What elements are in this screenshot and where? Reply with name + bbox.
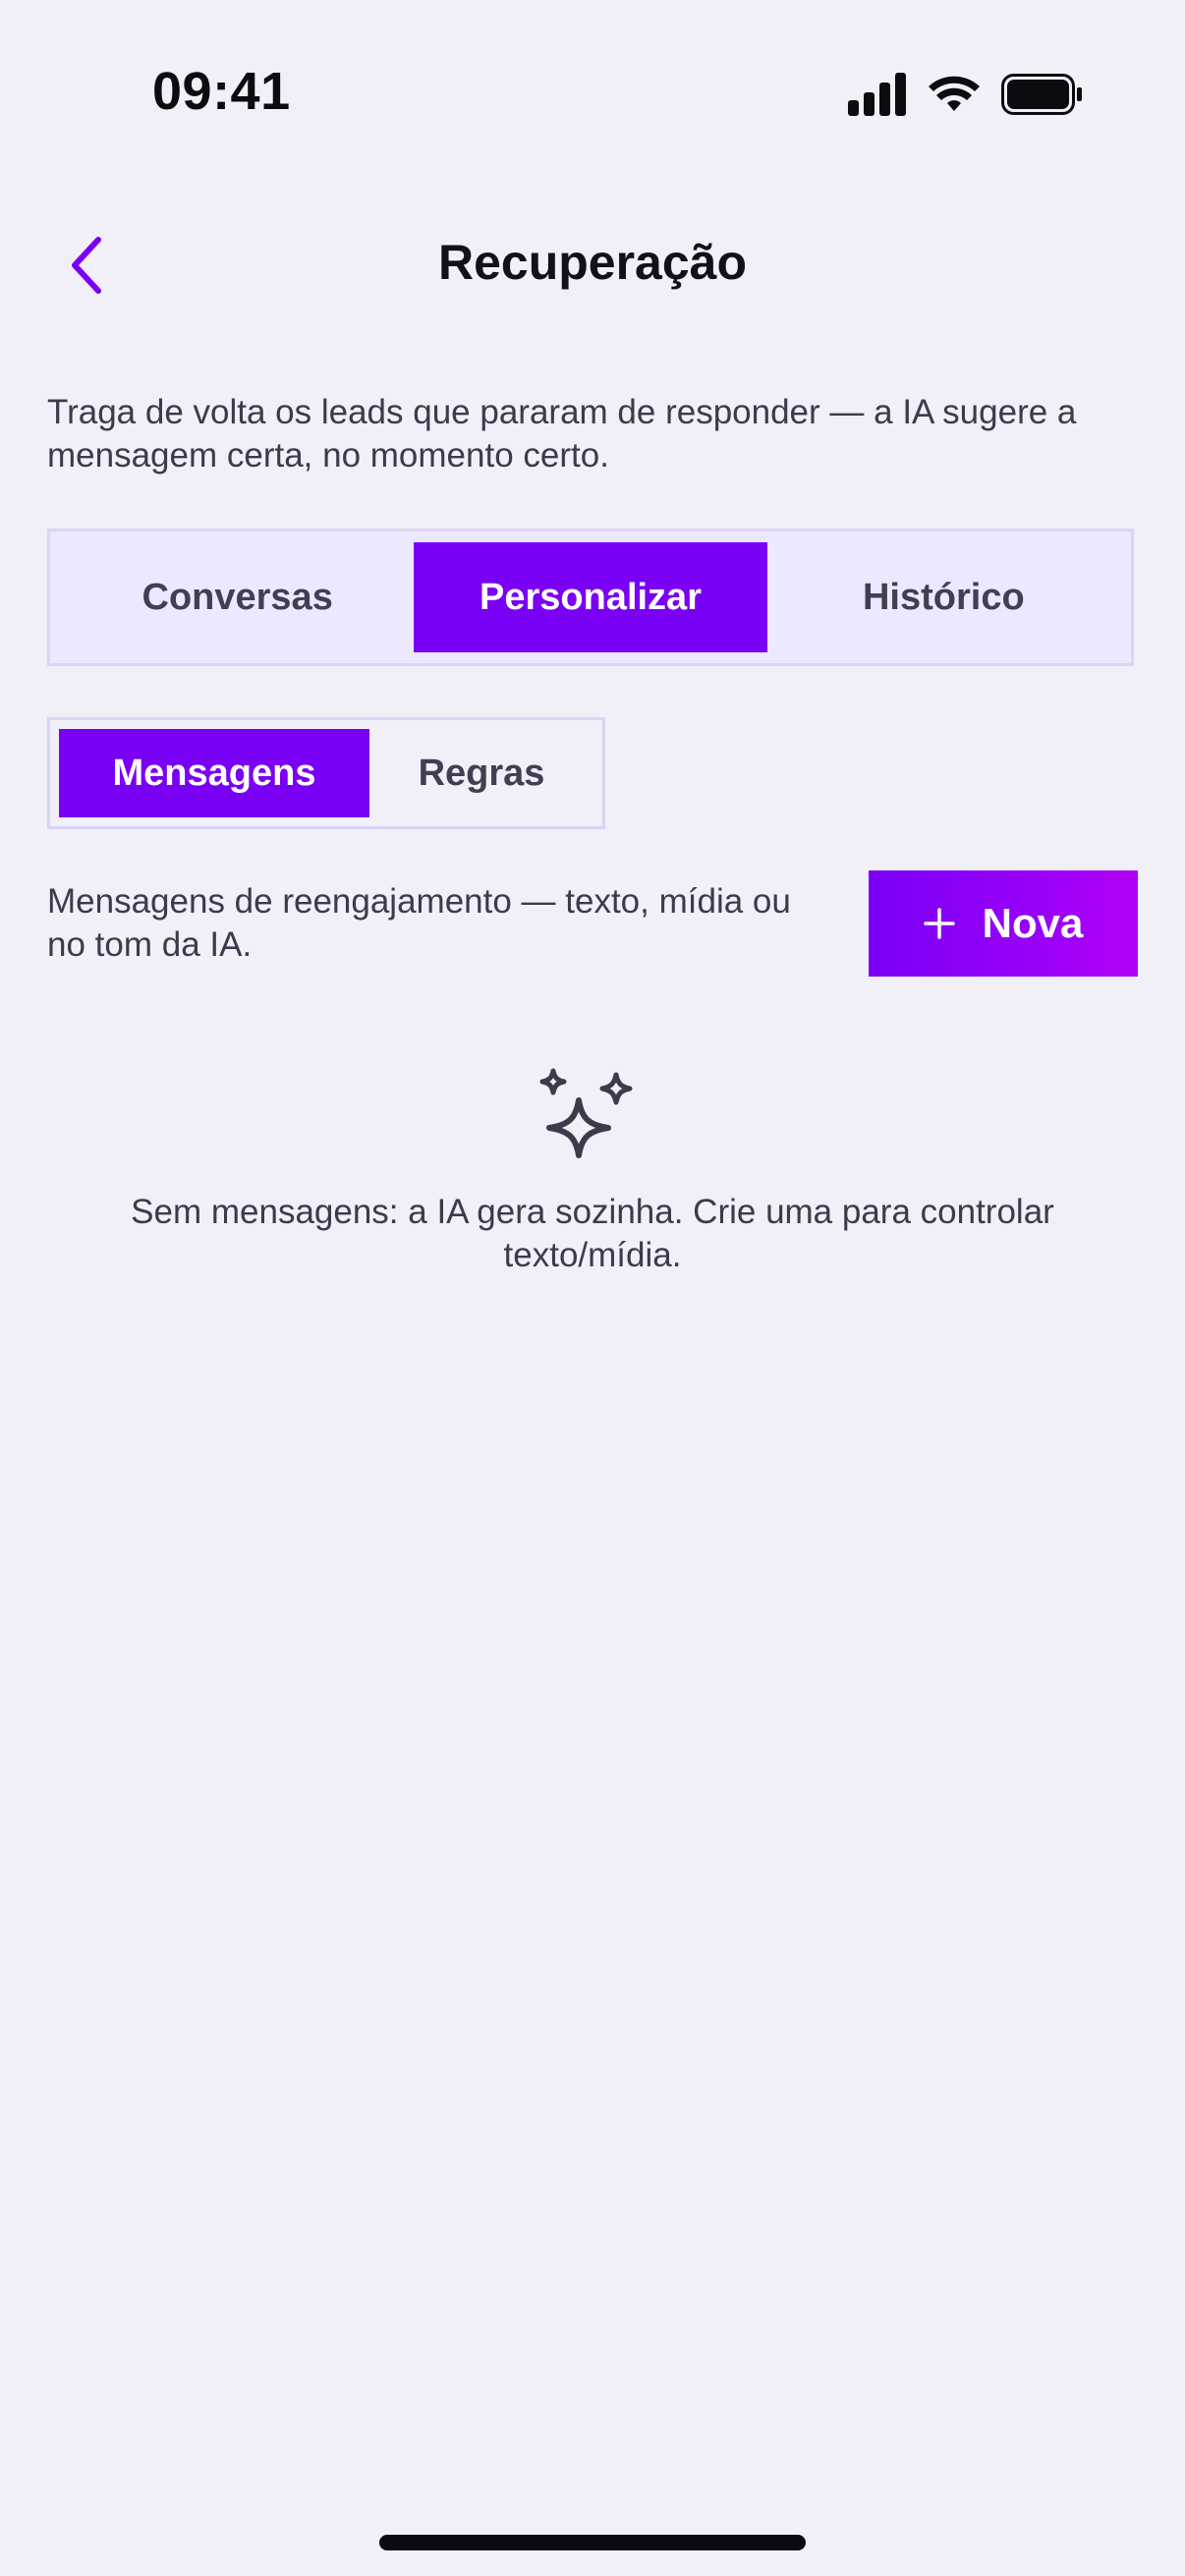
sub-tabs: Mensagens Regras (47, 717, 605, 829)
tab-personalizar[interactable]: Personalizar (414, 542, 767, 652)
wifi-icon (929, 74, 980, 120)
main-tabs: Conversas Personalizar Histórico (47, 529, 1134, 666)
status-icons (848, 73, 1082, 121)
header: Recuperação (0, 216, 1185, 314)
page-description: Traga de volta os leads que pararam de r… (47, 393, 1077, 475)
status-time: 09:41 (152, 62, 291, 121)
page-title: Recuperação (437, 235, 748, 290)
new-message-button[interactable]: Nova (869, 870, 1138, 977)
subtab-regras[interactable]: Regras (369, 729, 593, 817)
status-bar: 09:41 (0, 0, 1185, 187)
cellular-signal-icon (848, 73, 907, 121)
tab-conversas[interactable]: Conversas (61, 542, 414, 652)
sparkles-icon (539, 1068, 633, 1158)
empty-state: Sem mensagens: a IA gera sozinha. Crie u… (47, 1067, 1138, 1277)
new-button-label: Nova (982, 900, 1084, 946)
plus-icon (923, 908, 955, 939)
empty-state-text: Sem mensagens: a IA gera sozinha. Crie u… (131, 1193, 1054, 1274)
section-description: Mensagens de reengajamento — texto, mídi… (47, 882, 791, 964)
tab-historico[interactable]: Histórico (767, 542, 1120, 652)
battery-icon (1001, 74, 1082, 120)
home-indicator[interactable] (379, 2535, 806, 2550)
subtab-mensagens[interactable]: Mensagens (59, 729, 369, 817)
